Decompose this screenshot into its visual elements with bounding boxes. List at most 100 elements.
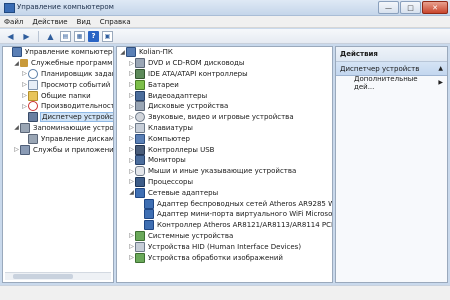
device-tree-row[interactable]: ▷ Устройства обработки изображений [117,252,332,263]
computer-management-icon [12,47,22,58]
expand-toggle-icon[interactable]: ▷ [128,168,135,175]
console-tree-row[interactable]: Диспетчер устройств [3,112,113,123]
status-bar [0,285,450,300]
expand-toggle-icon[interactable]: ▷ [128,232,135,239]
console-tree-row[interactable]: ▷ Просмотр событий [3,79,113,90]
expand-toggle-icon[interactable]: ▷ [21,103,28,110]
expand-toggle-icon[interactable]: ▷ [128,178,135,185]
expand-toggle-icon[interactable]: ▷ [21,70,28,77]
device-tree-row[interactable]: ▷ Видеоадаптеры [117,90,332,101]
expand-toggle-icon[interactable]: ◢ [128,189,135,196]
window-controls: — □ ✕ [378,1,448,14]
console-tree-row[interactable]: ▷ Производительность [3,101,113,112]
console-tree-row[interactable]: Управление компьютером (л [3,47,113,58]
device-tree-label: Устройства HID (Human Interface Devices) [148,242,302,251]
console-tree-row[interactable]: ▷ Планировщик заданий [3,68,113,80]
expand-toggle-icon[interactable]: ▷ [21,92,28,99]
console-tree-label: Диспетчер устройств [39,112,113,123]
console-tree-label: Планировщик заданий [41,69,113,78]
device-tree-row[interactable]: ▷ Компьютер [117,133,332,144]
menu-action[interactable]: Действие [32,18,67,26]
device-tree-label: Батареи [148,80,179,89]
toolbar: ◀ ▶ ▲ ▤ ▦ ? ▣ [0,29,450,44]
keyboard-icon [135,122,145,133]
computer-icon [135,133,145,144]
expand-toggle-icon[interactable]: ▷ [128,135,135,142]
network-adapter-icon [144,220,154,231]
help-icon[interactable]: ? [88,30,99,42]
performance-icon [28,101,38,112]
usb-icon [135,144,145,155]
expand-toggle-icon[interactable]: ◢ [13,124,20,131]
collapse-up-icon[interactable]: ▲ [438,65,443,72]
device-tree-row[interactable]: ▷ Батареи [117,79,332,90]
properties-icon[interactable]: ▦ [74,30,85,42]
device-tree-row[interactable]: Адаптер беспроводных сетей Atheros AR928… [117,198,332,209]
menu-view[interactable]: Вид [77,18,91,26]
console-tree-row[interactable]: ▷ Службы и приложения [3,144,113,155]
maximize-button[interactable]: □ [400,1,421,14]
expand-toggle-icon[interactable]: ▷ [128,92,135,99]
device-tree-row[interactable]: ◢ Kolian-ПК [117,47,332,58]
scrollbar-thumb[interactable] [13,274,73,279]
device-tree-row[interactable]: ▷ IDE ATA/ATAPI контроллеры [117,68,332,80]
expand-toggle-icon[interactable]: ▷ [128,60,135,67]
device-tree-row[interactable]: Адаптер мини-порта виртуального WiFi Mic… [117,209,332,220]
expand-toggle-icon[interactable]: ▷ [128,114,135,121]
view-icon[interactable]: ▣ [102,30,113,42]
console-tree-label: Управление дисками [41,134,114,143]
device-tree-label: Kolian-ПК [139,48,173,57]
display-adapter-icon [135,90,145,101]
expand-toggle-icon[interactable]: ▷ [128,103,135,110]
shared-folder-icon [28,90,38,101]
up-level-icon[interactable]: ▲ [44,30,57,43]
show-hide-tree-icon[interactable]: ▤ [60,30,71,42]
expand-toggle-icon[interactable]: ▷ [128,254,135,261]
device-tree-row[interactable]: ▷ Устройства HID (Human Interface Devices… [117,241,332,252]
device-tree-row[interactable]: ▷ Процессоры [117,176,332,188]
console-tree-row[interactable]: ◢ Служебные программы [3,58,113,69]
console-tree-row[interactable]: Управление дисками [3,133,113,144]
forward-arrow-icon[interactable]: ▶ [20,30,33,43]
expand-toggle-icon[interactable]: ▷ [13,146,20,153]
device-tree-row[interactable]: ◢ Сетевые адаптеры [117,187,332,198]
device-tree-row[interactable]: ▷ Дисковые устройства [117,101,332,112]
console-tree-label: Производительность [41,102,114,111]
console-tree-row[interactable]: ▷ Общие папки [3,90,113,101]
expand-toggle-icon[interactable]: ◢ [119,49,126,56]
storage-icon [20,122,30,133]
expand-toggle-icon[interactable]: ▷ [128,146,135,153]
device-tree-row[interactable]: ▷ Системные устройства [117,230,332,242]
window-title: Управление компьютером [17,3,114,11]
device-tree-row[interactable]: ▷ Мониторы [117,155,332,166]
system-device-icon [135,230,145,241]
device-tree-row[interactable]: ▷ Контроллеры USB [117,144,332,155]
expand-toggle-icon[interactable]: ▷ [128,81,135,88]
services-icon [20,144,30,155]
computer-icon [126,47,136,58]
device-tree-row[interactable]: ▷ Мыши и иные указывающие устройства [117,166,332,177]
menu-file[interactable]: Файл [4,18,23,26]
expand-toggle-icon[interactable]: ▷ [128,243,135,250]
menu-help[interactable]: Справка [100,18,131,26]
minimize-button[interactable]: — [378,1,399,14]
console-tree-row[interactable]: ◢ Запоминающие устройств [3,122,113,134]
expand-toggle-icon[interactable]: ▷ [128,157,135,164]
device-tree-label: Звуковые, видео и игровые устройства [148,113,294,122]
more-actions-item[interactable]: Дополнительные дей... ▶ [336,75,447,91]
device-tree-label: Дисковые устройства [148,102,229,111]
device-tree-row[interactable]: ▷ Клавиатуры [117,122,332,134]
device-tree-label: Компьютер [148,134,190,143]
device-tree-label: DVD и CD-ROM дисководы [148,59,245,68]
device-tree-row[interactable]: ▷ DVD и CD-ROM дисководы [117,58,332,69]
expand-toggle-icon[interactable]: ▷ [128,124,135,131]
expand-toggle-icon[interactable]: ▷ [128,70,135,77]
device-tree-row[interactable]: Контроллер Atheros AR8121/AR8113/AR8114 … [117,220,332,231]
device-tree-row[interactable]: ▷ Звуковые, видео и игровые устройства [117,112,332,123]
horizontal-scrollbar[interactable] [5,272,111,280]
expand-toggle-icon[interactable]: ◢ [13,60,20,67]
device-tree-label: IDE ATA/ATAPI контроллеры [148,69,248,78]
close-button[interactable]: ✕ [422,1,448,14]
expand-toggle-icon[interactable]: ▷ [21,81,28,88]
back-arrow-icon[interactable]: ◀ [4,30,17,43]
